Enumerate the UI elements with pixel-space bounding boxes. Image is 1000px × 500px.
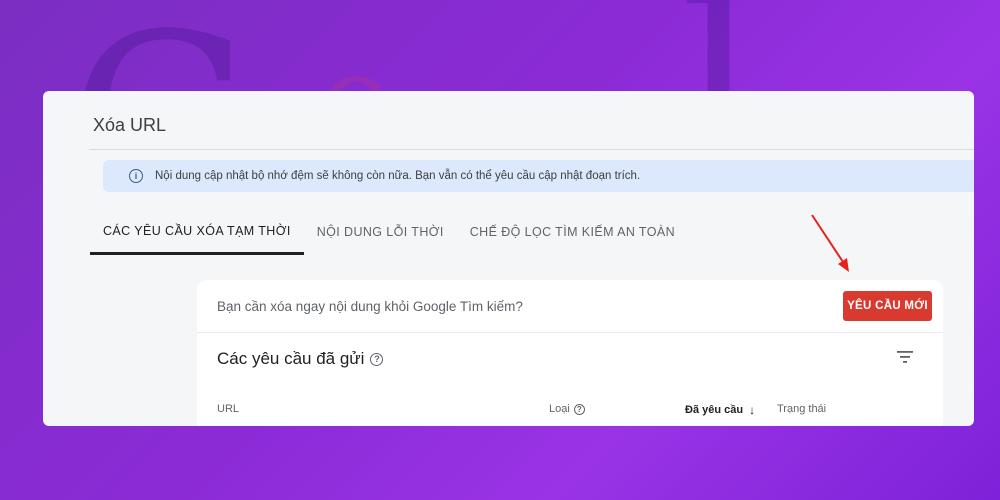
column-header-url-label: URL bbox=[217, 403, 240, 415]
info-banner: i Nội dung cập nhật bộ nhớ đệm sẽ không … bbox=[103, 160, 974, 192]
column-header-type-label: Loại bbox=[549, 403, 570, 415]
header-divider bbox=[89, 149, 974, 150]
tab-temporary-removals[interactable]: CÁC YÊU CẦU XÓA TẠM THỜI bbox=[90, 209, 304, 255]
new-request-button[interactable]: YÊU CẦU MỚI bbox=[843, 291, 932, 321]
filter-icon[interactable] bbox=[897, 351, 913, 363]
tab-bar: CÁC YÊU CẦU XÓA TẠM THỜI NỘI DUNG LỖI TH… bbox=[90, 209, 688, 256]
page-title: Xóa URL bbox=[93, 115, 167, 135]
column-header-status-label: Trạng thái bbox=[777, 403, 827, 415]
submitted-requests-title: Các yêu cầu đã gửi bbox=[217, 349, 365, 368]
info-icon: i bbox=[129, 169, 143, 183]
help-icon[interactable]: ? bbox=[370, 352, 384, 366]
submitted-requests-heading: Các yêu cầu đã gửi ? bbox=[217, 349, 384, 369]
type-help-icon[interactable]: ? bbox=[573, 403, 585, 415]
annotation-arrow-icon bbox=[811, 214, 849, 272]
column-header-type[interactable]: Loại ? bbox=[549, 403, 585, 415]
info-banner-text: Nội dung cập nhật bộ nhớ đệm sẽ không cò… bbox=[155, 170, 641, 182]
tab-safesearch-filtering[interactable]: CHẾ ĐỘ LỌC TÌM KIẾM AN TOÀN bbox=[457, 209, 688, 255]
remove-content-question: Bạn cần xóa ngay nội dung khỏi Google Tì… bbox=[217, 299, 523, 314]
column-header-requested-label: Đã yêu cầu bbox=[685, 404, 744, 416]
tab-outdated-content[interactable]: NỘI DUNG LỖI THỜI bbox=[304, 209, 457, 255]
column-header-url[interactable]: URL bbox=[217, 403, 239, 415]
requests-card: Bạn cần xóa ngay nội dung khỏi Google Tì… bbox=[197, 280, 943, 426]
column-header-status[interactable]: Trạng thái bbox=[777, 403, 826, 415]
card-divider bbox=[197, 332, 943, 333]
arrow-down-icon: ↓ bbox=[749, 403, 756, 417]
column-header-requested[interactable]: Đã yêu cầu ↓ bbox=[685, 403, 755, 417]
